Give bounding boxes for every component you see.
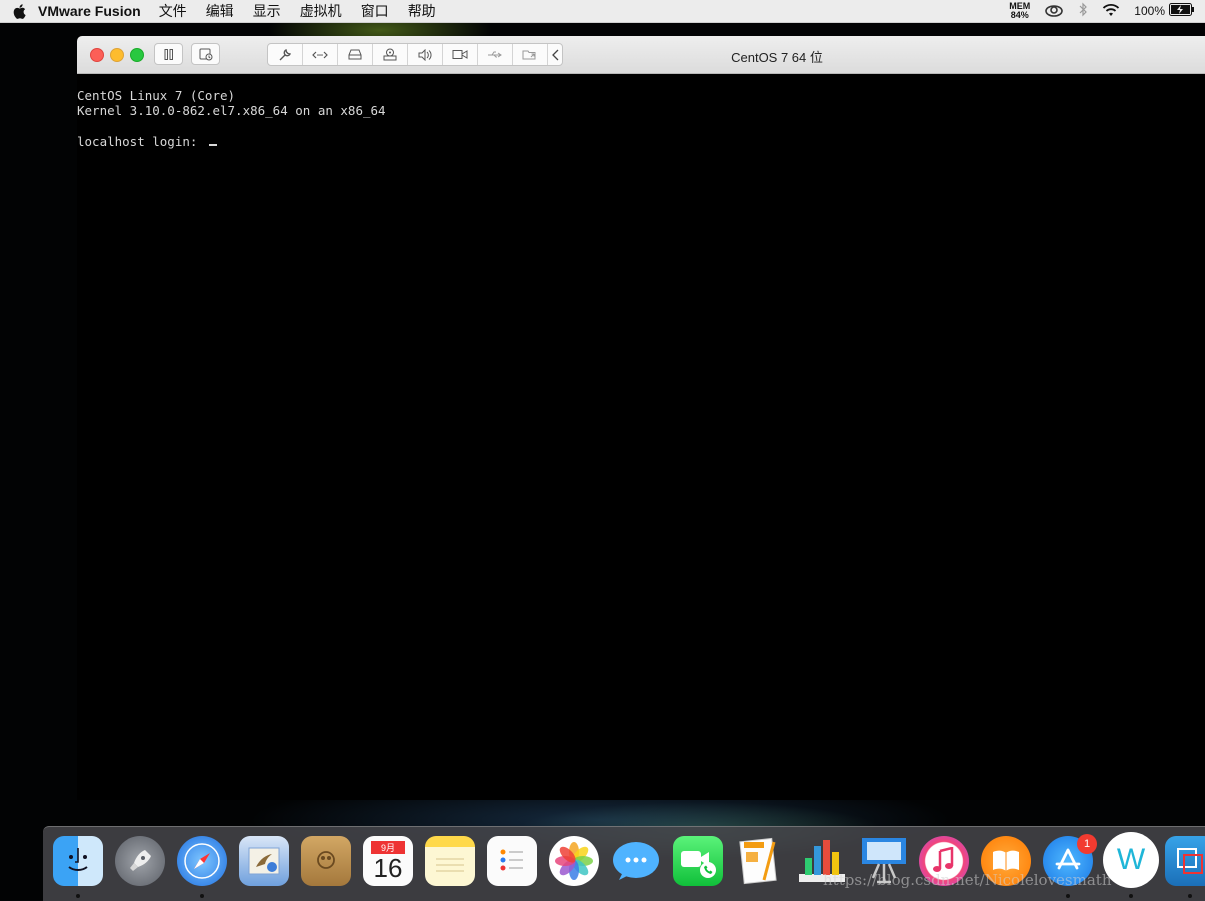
menu-bar: VMware Fusion 文件 编辑 显示 虚拟机 窗口 帮助 MEM 84%… <box>0 0 1205 23</box>
apple-menu-icon[interactable] <box>0 3 38 19</box>
safari-icon[interactable] <box>177 836 227 886</box>
collapse-toolbar-button[interactable] <box>548 44 562 65</box>
vm-console-screen[interactable]: CentOS Linux 7 (Core) Kernel 3.10.0-862.… <box>77 74 1205 800</box>
messages-icon[interactable] <box>611 836 661 886</box>
vmware-fusion-icon[interactable] <box>1165 836 1205 886</box>
launchpad-icon[interactable] <box>115 836 165 886</box>
creative-cloud-icon[interactable] <box>1044 3 1064 20</box>
battery-charging-icon[interactable] <box>1169 3 1195 19</box>
console-login-line: localhost login: <box>77 134 1205 149</box>
shared-folder-button[interactable] <box>513 44 548 65</box>
wechat-work-letter: W <box>1116 843 1146 876</box>
sound-button[interactable] <box>408 44 443 65</box>
menu-view[interactable]: 显示 <box>253 1 281 21</box>
calendar-month: 9月 <box>371 840 405 854</box>
menu-edit[interactable]: 编辑 <box>206 1 234 21</box>
wrench-icon <box>279 48 292 60</box>
photos-icon[interactable] <box>549 836 599 886</box>
facetime-icon[interactable] <box>673 836 723 886</box>
cd-dvd-button[interactable] <box>373 44 408 65</box>
network-button[interactable] <box>303 44 338 65</box>
status-area: MEM 84% 100% <box>1009 2 1205 20</box>
usb-icon <box>488 51 502 57</box>
text-cursor <box>208 134 217 146</box>
console-kernel-line: Kernel 3.10.0-862.el7.x86_64 on an x86_6… <box>77 103 386 118</box>
battery-percentage: 100% <box>1134 4 1165 18</box>
vm-window: CentOS 7 64 位 CentOS Linux 7 (Core) Kern… <box>77 36 1205 800</box>
hard-disk-button[interactable] <box>338 44 373 65</box>
menu-help[interactable]: 帮助 <box>408 1 436 21</box>
pages-icon[interactable] <box>735 836 785 886</box>
safari-running-indicator <box>200 894 204 898</box>
window-titlebar[interactable]: CentOS 7 64 位 <box>77 36 1205 74</box>
finder-running-indicator <box>76 894 80 898</box>
usb-button[interactable] <box>478 44 513 65</box>
reminders-icon[interactable] <box>487 836 537 886</box>
suspend-button[interactable] <box>154 43 183 65</box>
app-store-running-indicator <box>1066 894 1070 898</box>
snapshot-icon <box>199 48 212 60</box>
notes-icon[interactable] <box>425 836 475 886</box>
login-prompt: localhost login: <box>77 134 205 149</box>
optical-drive-icon <box>383 48 397 61</box>
hard-disk-icon <box>348 49 362 60</box>
wechat-work-running-indicator <box>1129 894 1133 898</box>
finder-icon[interactable] <box>53 836 103 886</box>
vmware-fusion-running-indicator <box>1188 894 1192 898</box>
menu-file[interactable]: 文件 <box>159 1 187 21</box>
snapshot-button[interactable] <box>191 43 220 65</box>
shared-folder-icon <box>522 50 536 59</box>
memory-monitor[interactable]: MEM 84% <box>1009 2 1030 20</box>
bluetooth-icon[interactable] <box>1078 2 1088 20</box>
memory-value: 84% <box>1010 10 1029 20</box>
maximize-button[interactable] <box>130 48 144 62</box>
settings-wrench-button[interactable] <box>268 44 303 65</box>
calendar-icon[interactable]: 9月 16 <box>363 836 413 886</box>
pause-icon <box>164 48 173 60</box>
close-button[interactable] <box>90 48 104 62</box>
app-name-menu[interactable]: VMware Fusion <box>38 3 141 19</box>
speaker-icon <box>418 48 432 61</box>
console-os-line: CentOS Linux 7 (Core) <box>77 88 236 103</box>
network-arrows-icon <box>312 51 328 58</box>
minimize-button[interactable] <box>110 48 124 62</box>
app-store-update-badge: 1 <box>1077 834 1097 854</box>
mail-icon[interactable] <box>239 836 289 886</box>
video-camera-icon <box>452 50 468 59</box>
menu-window[interactable]: 窗口 <box>361 1 389 21</box>
menu-virtual-machine[interactable]: 虚拟机 <box>300 1 342 21</box>
vm-toolbar <box>267 43 563 66</box>
window-title: CentOS 7 64 位 <box>731 50 823 65</box>
camera-button[interactable] <box>443 44 478 65</box>
dock: 9月 16 1 W <box>43 826 1205 901</box>
contacts-icon[interactable] <box>301 836 351 886</box>
chevron-left-icon <box>551 49 558 60</box>
watermark-text: https://blog.csdn.net/Nicolelovesmath <box>823 871 1112 889</box>
calendar-day: 16 <box>373 852 403 883</box>
wifi-icon[interactable] <box>1102 3 1120 20</box>
